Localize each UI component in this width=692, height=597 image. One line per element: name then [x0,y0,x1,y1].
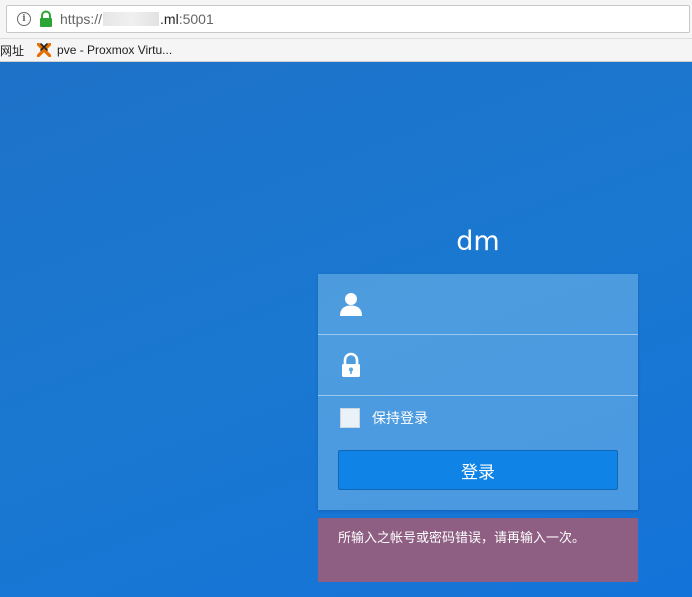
bookmark-urls[interactable]: 网址 [0,42,24,59]
bookmarks-bar: 网址 pve - Proxmox Virtu... [0,39,692,62]
url-redacted [103,12,160,26]
url-host: .ml [160,11,179,27]
padlock-icon [342,352,360,377]
address-bar[interactable]: i https:// .ml :5001 [6,5,690,33]
lock-icon [40,10,52,27]
page-title: dm [456,226,500,257]
password-input[interactable] [374,344,638,386]
error-message: 所输入之帐号或密码错误，请再输入一次。 [318,518,638,582]
remember-row: 保持登录 [318,396,638,440]
login-button[interactable]: 登录 [338,450,618,490]
login-page: dm 保持登录 登录 所输入之帐号或密码错误，请再输入一次。 [0,62,692,597]
user-icon [340,293,362,316]
username-row [318,274,638,335]
bookmark-pve-label: pve - Proxmox Virtu... [57,43,173,57]
url-text: https:// .ml :5001 [60,11,214,27]
url-scheme: https:// [60,11,103,27]
password-row [318,335,638,396]
remember-checkbox[interactable] [340,408,360,428]
username-input[interactable] [374,283,638,325]
remember-label: 保持登录 [372,411,428,427]
proxmox-icon [37,43,52,57]
info-icon[interactable]: i [17,12,31,26]
bookmark-pve[interactable]: pve - Proxmox Virtu... [37,43,172,57]
url-port: :5001 [178,11,214,27]
login-panel: 保持登录 登录 [318,274,638,510]
browser-toolbar: i https:// .ml :5001 [0,0,692,39]
